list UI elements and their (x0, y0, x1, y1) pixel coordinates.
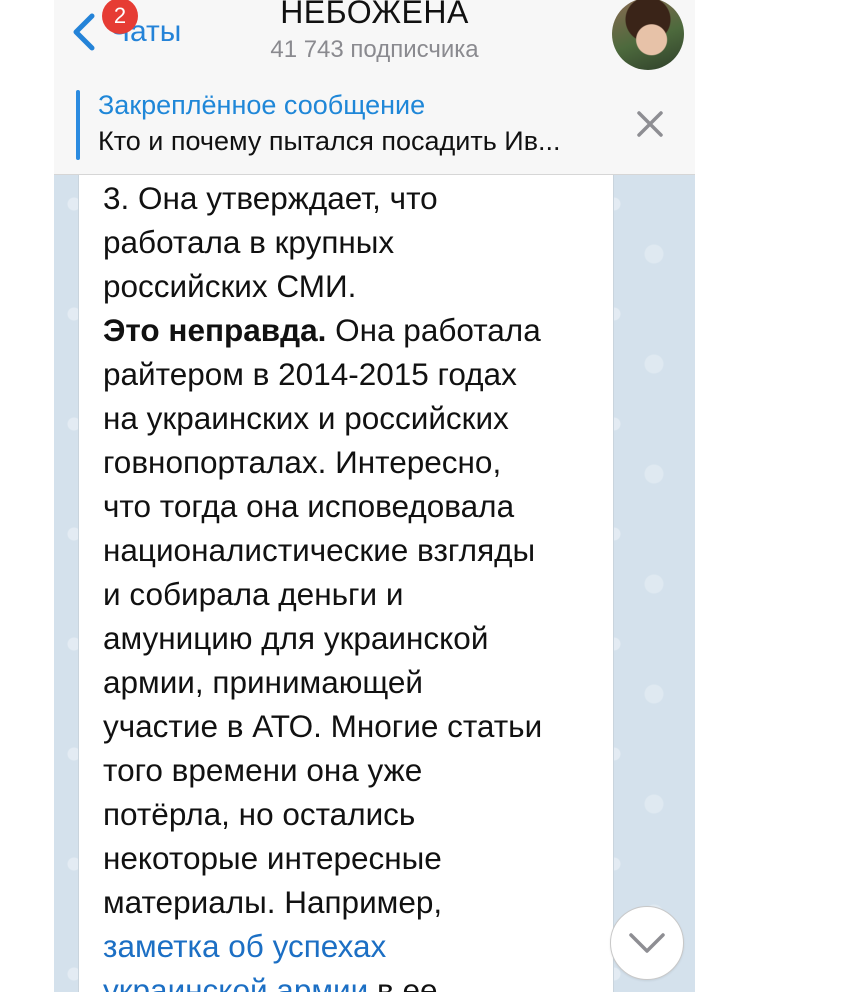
message-line: потёрла, но остались (103, 796, 416, 832)
message-text: 3. Она утверждает, что работала в крупны… (103, 176, 603, 992)
chat-header: Чаты 2 НЕБОЖЕНА 41 743 подписчика (54, 0, 695, 77)
close-icon[interactable] (630, 104, 670, 144)
message-line: российских СМИ. (103, 268, 357, 304)
message-line: участие в АТО. Многие статьи (103, 708, 543, 744)
message-line: того времени она уже (103, 752, 423, 788)
channel-avatar[interactable] (612, 0, 684, 70)
message-line: амуницию для украинской (103, 620, 489, 656)
pinned-message-bar[interactable]: Закреплённое сообщение Кто и почему пыта… (54, 76, 695, 175)
message-line: в ее (368, 972, 438, 992)
message-line: некоторые интересные (103, 840, 442, 876)
article-link[interactable]: заметка об успехах (103, 928, 386, 964)
message-line: армии, принимающей (103, 664, 424, 700)
message-line: что тогда она исповедовала (103, 488, 515, 524)
message-bubble[interactable]: 3. Она утверждает, что работала в крупны… (78, 172, 614, 992)
message-bold: Это неправда. (103, 312, 327, 348)
pinned-title: Закреплённое сообщение (98, 90, 426, 120)
channel-title[interactable]: НЕБОЖЕНА (54, 0, 695, 31)
message-line: говнопорталах. Интересно, (103, 444, 502, 480)
subscriber-count: 41 743 подписчика (270, 36, 479, 63)
pinned-text: Кто и почему пытался посадить Ив... (98, 126, 561, 156)
message-line: националистические взгляды (103, 532, 536, 568)
message-line: материалы. Например, (103, 884, 443, 920)
telegram-channel-screen: 3. Она утверждает, что работала в крупны… (54, 0, 695, 992)
message-line: райтером в 2014-2015 годах (103, 356, 517, 392)
message-line: Она работала (326, 312, 541, 348)
chevron-down-icon (629, 933, 665, 953)
article-link[interactable]: украинской армии (103, 972, 368, 992)
message-line: и собирала деньги и (103, 576, 404, 612)
message-line: на украинских и российских (103, 400, 509, 436)
message-line: 3. Она утверждает, что (103, 180, 438, 216)
scroll-down-button[interactable] (610, 906, 684, 980)
pinned-indicator (76, 90, 80, 160)
message-line: работала в крупных (103, 224, 395, 260)
